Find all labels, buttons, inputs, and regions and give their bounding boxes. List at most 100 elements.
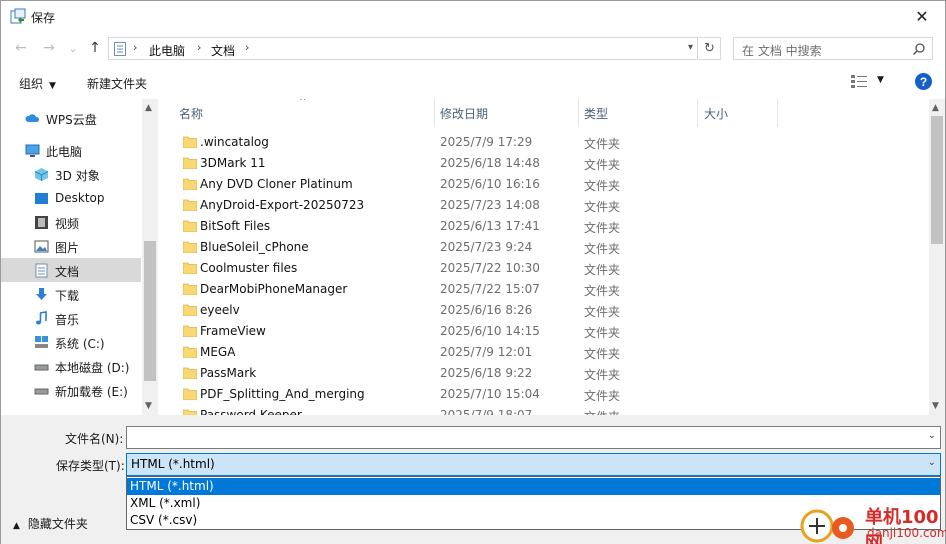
- table-row[interactable]: .wincatalog 2025/7/9 17:29 文件夹: [169, 132, 929, 153]
- file-date: 2025/6/10 14:15: [440, 324, 540, 338]
- filetype-option[interactable]: HTML (*.html): [127, 478, 940, 495]
- sidebar-item-documents[interactable]: 文档: [1, 258, 141, 282]
- table-row[interactable]: eyeelv 2025/6/16 8:26 文件夹: [169, 300, 929, 321]
- download-icon: [36, 288, 47, 300]
- file-name: FrameView: [200, 324, 266, 338]
- table-row[interactable]: BitSoft Files 2025/6/13 17:41 文件夹: [169, 216, 929, 237]
- navigation-pane-scrollbar[interactable]: ▲ ▼: [142, 99, 158, 415]
- scroll-down-icon[interactable]: ▼: [932, 401, 939, 411]
- sidebar-item-music[interactable]: 音乐: [1, 306, 141, 330]
- file-type: 文件夹: [584, 408, 620, 415]
- file-type: 文件夹: [584, 284, 621, 298]
- view-options-icon[interactable]: [851, 74, 867, 88]
- file-date: 2025/7/10 15:04: [440, 387, 540, 401]
- table-row[interactable]: PDF_Splitting_And_merging 2025/7/10 15:04…: [169, 384, 929, 405]
- sidebar-item-pictures[interactable]: 图片: [1, 234, 141, 258]
- chevron-down-icon[interactable]: ⌄: [928, 457, 936, 468]
- refresh-button[interactable]: ↻: [699, 37, 721, 60]
- table-row[interactable]: PassMark 2025/6/18 9:22 文件夹: [169, 363, 929, 384]
- scroll-up-icon[interactable]: ▲: [145, 103, 152, 113]
- column-divider[interactable]: [434, 99, 435, 127]
- up-button[interactable]: ↑: [85, 38, 105, 58]
- file-list: ^ 名称 修改日期 类型 大小 .wincatalog 2025/7/9 17:2…: [159, 99, 945, 415]
- address-history-dropdown[interactable]: ▾: [688, 42, 693, 53]
- folder-icon: [183, 199, 197, 211]
- command-toolbar: 组织 ▼ 新建文件夹 ▼ ?: [1, 65, 945, 99]
- documents-icon: [35, 263, 48, 278]
- save-dialog-icon: [10, 8, 26, 24]
- sidebar-item-3d-objects[interactable]: 3D 对象: [1, 162, 141, 186]
- sidebar-item-drive-e[interactable]: 新加载卷 (E:): [1, 378, 141, 402]
- caret-up-icon: ▲: [13, 521, 20, 531]
- address-bar[interactable]: › 此电脑 › 文档 › ▾: [108, 37, 698, 60]
- sidebar-item-label: WPS云盘: [46, 113, 97, 127]
- new-folder-button[interactable]: 新建文件夹: [87, 75, 147, 92]
- table-row[interactable]: AnyDroid-Export-20250723 2025/7/23 14:08 文…: [169, 195, 929, 216]
- sidebar-item-this-pc[interactable]: 此电脑: [1, 138, 141, 162]
- recent-locations-button[interactable]: ⌄: [63, 38, 83, 58]
- help-icon[interactable]: ?: [915, 73, 932, 90]
- file-name: BitSoft Files: [200, 219, 271, 233]
- filetype-label: 保存类型(T):: [56, 459, 125, 473]
- navigation-bar: ← → ⌄ ↑ › 此电脑 › 文档 › ▾ ↻ 在 文档 中搜索: [1, 32, 945, 64]
- file-name: eyeelv: [200, 303, 240, 317]
- table-row[interactable]: BlueSoleil_cPhone 2025/7/23 9:24 文件夹: [169, 237, 929, 258]
- filename-label: 文件名(N):: [65, 432, 124, 446]
- table-row[interactable]: Password Keeper 2025/7/9 18:07 文件夹: [169, 405, 929, 415]
- scrollbar-thumb[interactable]: [144, 241, 156, 381]
- scrollbar-thumb[interactable]: [931, 116, 943, 244]
- table-row[interactable]: Coolmuster files 2025/7/22 10:30 文件夹: [169, 258, 929, 279]
- close-button[interactable]: ✕: [899, 1, 945, 32]
- folder-icon: [183, 325, 197, 337]
- table-row[interactable]: Any DVD Cloner Platinum 2025/6/10 16:16 文件…: [169, 174, 929, 195]
- column-divider[interactable]: [697, 99, 698, 127]
- sidebar-item-label: 文档: [55, 265, 80, 279]
- file-list-header: ^ 名称 修改日期 类型 大小: [159, 99, 929, 127]
- file-name: BlueSoleil_cPhone: [200, 240, 309, 254]
- filetype-selected-value: HTML (*.html): [131, 457, 215, 471]
- hide-folders-button[interactable]: ▲ 隐藏文件夹: [13, 515, 88, 532]
- sidebar-item-videos[interactable]: 视频: [1, 210, 141, 234]
- file-date: 2025/7/23 14:08: [440, 198, 540, 212]
- file-date: 2025/7/9 17:29: [440, 135, 533, 149]
- breadcrumb-documents[interactable]: 文档: [211, 42, 235, 59]
- sidebar-item-drive-d[interactable]: 本地磁盘 (D:): [1, 354, 141, 378]
- column-divider[interactable]: [777, 99, 778, 127]
- file-list-scrollbar[interactable]: ▲ ▼: [929, 99, 945, 415]
- sidebar-item-wps-cloud[interactable]: WPS云盘: [1, 106, 141, 130]
- filename-field[interactable]: ⌄: [126, 426, 941, 449]
- view-dropdown-button[interactable]: ▼: [877, 75, 884, 85]
- search-icon: [912, 43, 925, 56]
- scroll-up-icon[interactable]: ▲: [932, 103, 939, 113]
- folder-icon: [183, 367, 197, 379]
- sidebar-item-desktop[interactable]: Desktop: [1, 186, 141, 210]
- table-row[interactable]: DearMobiPhoneManager 2025/7/22 15:07 文件夹: [169, 279, 929, 300]
- breadcrumb-separator: ›: [245, 41, 250, 54]
- folder-icon: [183, 283, 197, 295]
- sidebar-item-label: 系统 (C:): [55, 337, 105, 351]
- breadcrumb-this-pc[interactable]: 此电脑: [149, 42, 185, 59]
- sidebar-item-label: 音乐: [55, 313, 80, 327]
- table-row[interactable]: FrameView 2025/6/10 14:15 文件夹: [169, 321, 929, 342]
- filetype-select[interactable]: HTML (*.html) ⌄: [126, 453, 941, 476]
- table-row[interactable]: MEGA 2025/7/9 12:01 文件夹: [169, 342, 929, 363]
- window-title: 保存: [31, 11, 56, 25]
- column-header-date[interactable]: 修改日期: [440, 105, 488, 122]
- chevron-down-icon[interactable]: ⌄: [928, 430, 936, 441]
- file-name: DearMobiPhoneManager: [200, 282, 348, 296]
- forward-button[interactable]: →: [39, 38, 59, 58]
- back-button[interactable]: ←: [11, 38, 31, 58]
- search-input[interactable]: 在 文档 中搜索: [733, 37, 933, 60]
- file-date: 2025/6/10 16:16: [440, 177, 540, 191]
- sidebar-item-downloads[interactable]: 下载: [1, 282, 141, 306]
- file-date: 2025/6/16 8:26: [440, 303, 533, 317]
- file-date: 2025/6/18 9:22: [440, 366, 533, 380]
- table-row[interactable]: 3DMark 11 2025/6/18 14:48 文件夹: [169, 153, 929, 174]
- sidebar-item-drive-c[interactable]: 系统 (C:): [1, 330, 141, 354]
- scroll-down-icon[interactable]: ▼: [145, 401, 152, 411]
- column-header-size[interactable]: 大小: [704, 105, 728, 122]
- column-header-type[interactable]: 类型: [584, 105, 608, 122]
- column-header-name[interactable]: 名称: [179, 105, 203, 122]
- organize-menu[interactable]: 组织 ▼: [19, 75, 56, 92]
- column-divider[interactable]: [578, 99, 579, 127]
